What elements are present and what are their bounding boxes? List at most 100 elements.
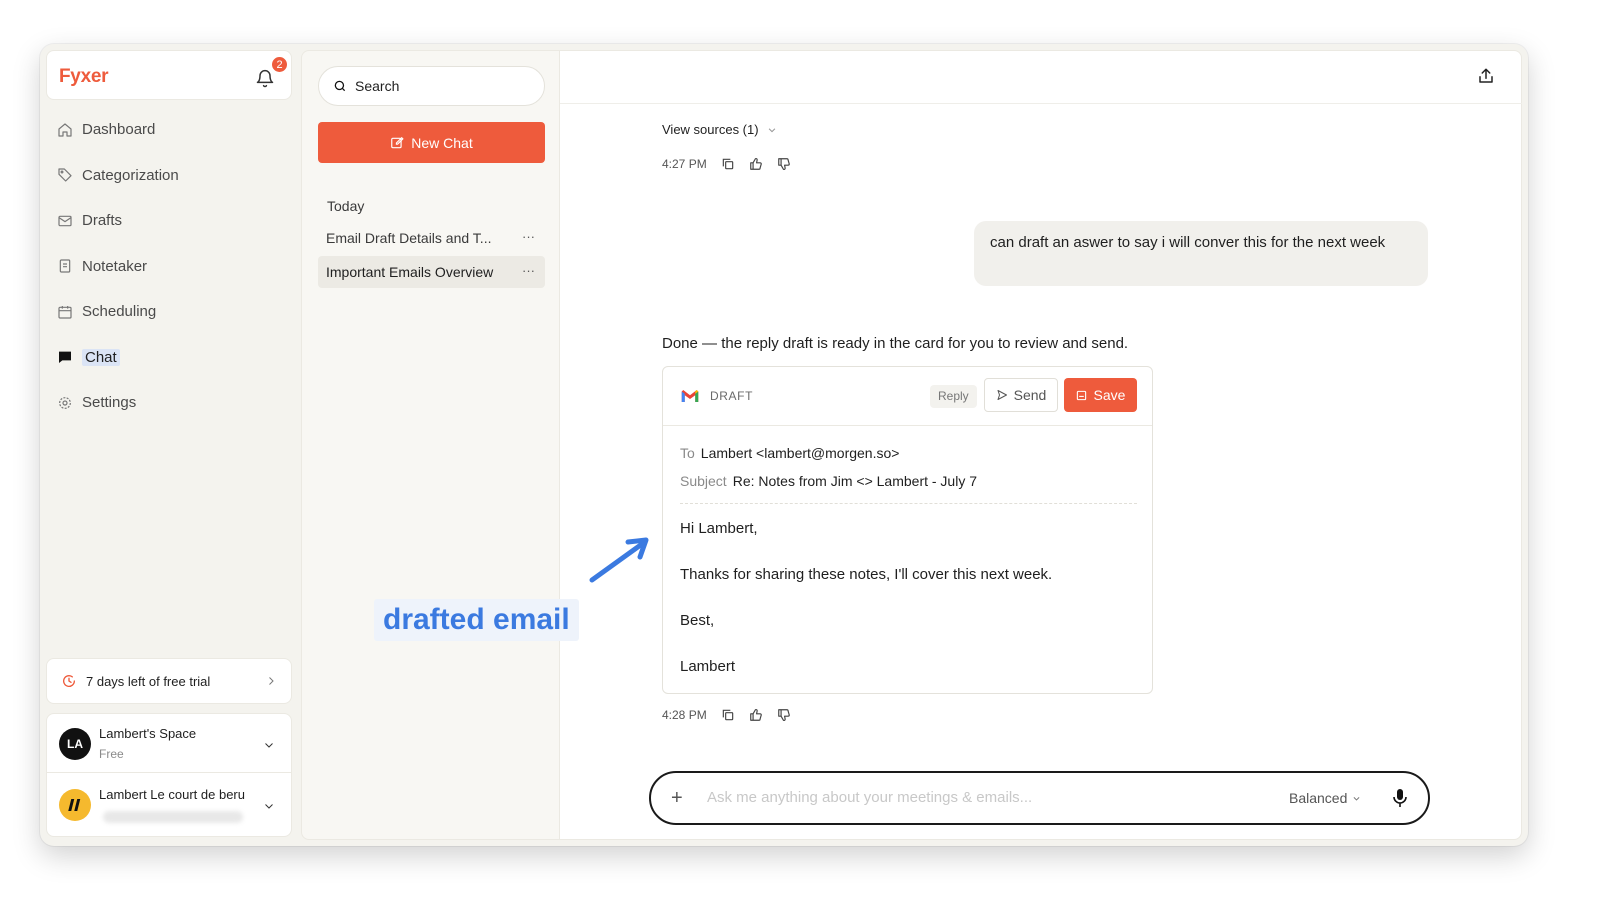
app-logo: Fyxer: [59, 66, 109, 87]
app-window: Fyxer 2 Dashboard Categorization Drafts …: [40, 44, 1528, 846]
avatar: LA: [59, 728, 91, 760]
brand-logo-icon: [68, 799, 81, 811]
workspace-name: Lambert's Space: [99, 726, 197, 741]
chevron-down-icon: [1353, 796, 1360, 801]
draft-body-line: Hi Lambert,: [680, 520, 758, 537]
attach-button[interactable]: +: [671, 787, 683, 809]
email-draft-card: DRAFT Reply Send Save To Lambert <lambert…: [662, 366, 1153, 694]
chat-icon: [56, 348, 74, 366]
microphone-icon[interactable]: [1392, 788, 1408, 808]
thumbs-down-icon[interactable]: [777, 157, 791, 171]
subject-label: Subject: [680, 473, 727, 489]
send-icon: [997, 390, 1007, 400]
to-label: To: [680, 445, 695, 461]
chevron-down-icon: [265, 804, 273, 809]
account-switcher[interactable]: Lambert Le court de beru: [46, 773, 292, 837]
to-value: Lambert <lambert@morgen.so>: [700, 445, 900, 461]
subject-value: Re: Notes from Jim <> Lambert - July 7: [732, 473, 978, 489]
draft-subject-field: Subject Re: Notes from Jim <> Lambert - J…: [680, 473, 977, 489]
chat-composer[interactable]: + Ask me anything about your meetings & …: [649, 771, 1430, 825]
sidebar-item-label: Dashboard: [82, 121, 156, 139]
chat-topbar: [560, 51, 1522, 104]
chevron-down-icon: [768, 127, 775, 132]
save-button[interactable]: Save: [1064, 378, 1137, 412]
mode-select[interactable]: Balanced: [1289, 790, 1361, 806]
sidebar-item-dashboard[interactable]: Dashboard: [46, 107, 292, 153]
home-icon: [56, 121, 74, 139]
chevron-down-icon: [265, 743, 273, 748]
workspace-plan: Free: [99, 747, 124, 761]
tag-icon: [56, 166, 74, 184]
sidebar-item-label: Settings: [82, 394, 137, 412]
draft-body-line: Best,: [680, 612, 715, 629]
sidebar-item-notetaker[interactable]: Notetaker: [46, 244, 292, 290]
sidebar-item-label: Notetaker: [82, 257, 148, 275]
workspace-switcher[interactable]: LA Lambert's Space Free: [46, 713, 292, 773]
message-actions: 4:27 PM: [662, 157, 791, 171]
trial-banner[interactable]: 7 days left of free trial: [46, 658, 292, 704]
calendar-icon: [56, 303, 74, 321]
conversation-list-panel: Search New Chat Today Email Draft Detail…: [301, 50, 560, 840]
message-timestamp: 4:28 PM: [662, 708, 707, 722]
send-label: Send: [1013, 387, 1047, 403]
draft-body-line: Lambert: [680, 658, 736, 675]
view-sources-toggle[interactable]: View sources (1): [662, 122, 777, 137]
user-message: can draft an aswer to say i will conver …: [974, 221, 1428, 286]
search-input[interactable]: Search: [318, 66, 545, 106]
composer-input[interactable]: Ask me anything about your meetings & em…: [707, 789, 1032, 806]
copy-icon[interactable]: [721, 708, 735, 722]
message-timestamp: 4:27 PM: [662, 157, 707, 171]
copy-icon[interactable]: [721, 157, 735, 171]
chat-main: View sources (1) 4:27 PM can draft an as…: [560, 50, 1522, 840]
reply-button[interactable]: Reply: [930, 385, 977, 408]
send-button[interactable]: Send: [984, 378, 1058, 412]
annotation-arrow-icon: [589, 537, 649, 583]
draft-body-line: Thanks for sharing these notes, I'll cov…: [680, 566, 1053, 583]
redacted-email: [103, 811, 243, 823]
divider: [680, 503, 1137, 504]
search-icon: [334, 80, 346, 92]
thumbs-up-icon[interactable]: [749, 157, 763, 171]
draft-header: DRAFT Reply Send Save: [663, 367, 1152, 426]
mail-icon: [56, 212, 74, 230]
new-chat-button[interactable]: New Chat: [318, 122, 545, 163]
thumbs-down-icon[interactable]: [777, 708, 791, 722]
save-label: Save: [1093, 387, 1126, 403]
sidebar-item-label: Chat: [82, 348, 120, 366]
clock-icon: [63, 675, 76, 687]
mode-label: Balanced: [1289, 790, 1348, 806]
thumbs-up-icon[interactable]: [749, 708, 763, 722]
conversation-item[interactable]: Email Draft Details and T... ···: [318, 222, 545, 254]
share-icon[interactable]: [1477, 67, 1495, 85]
notification-badge: 2: [271, 56, 288, 73]
draft-to-field: To Lambert <lambert@morgen.so>: [680, 445, 899, 461]
save-icon: [1076, 390, 1086, 400]
conversation-group-label: Today: [327, 198, 365, 214]
gmail-icon: [681, 390, 699, 402]
more-options-icon[interactable]: ···: [522, 263, 535, 278]
sidebar: Fyxer 2 Dashboard Categorization Drafts …: [40, 44, 298, 846]
conversation-title: Important Emails Overview: [326, 264, 494, 280]
sidebar-item-settings[interactable]: Settings: [46, 380, 292, 426]
message-actions: 4:28 PM: [662, 708, 791, 722]
sidebar-item-scheduling[interactable]: Scheduling: [46, 289, 292, 335]
sidebar-item-categorization[interactable]: Categorization: [46, 153, 292, 199]
draft-label: DRAFT: [710, 389, 753, 403]
sidebar-nav: Dashboard Categorization Drafts Notetake…: [46, 107, 292, 426]
annotation-label: drafted email: [374, 599, 579, 641]
sidebar-item-label: Drafts: [82, 212, 123, 230]
chevron-right-icon: [269, 677, 274, 685]
conversation-item-active[interactable]: Important Emails Overview ···: [318, 256, 545, 288]
gear-icon: [56, 394, 74, 412]
brand-header: Fyxer 2: [46, 50, 292, 100]
sidebar-item-chat[interactable]: Chat: [46, 335, 292, 381]
account-avatar: [59, 789, 91, 821]
view-sources-label: View sources (1): [662, 122, 759, 137]
sidebar-item-label: Categorization: [82, 166, 179, 184]
assistant-message: Done — the reply draft is ready in the c…: [662, 335, 1129, 352]
more-options-icon[interactable]: ···: [522, 229, 535, 244]
account-name: Lambert Le court de beru: [99, 787, 245, 802]
bell-icon[interactable]: [255, 69, 275, 89]
search-placeholder: Search: [355, 78, 400, 94]
sidebar-item-drafts[interactable]: Drafts: [46, 198, 292, 244]
